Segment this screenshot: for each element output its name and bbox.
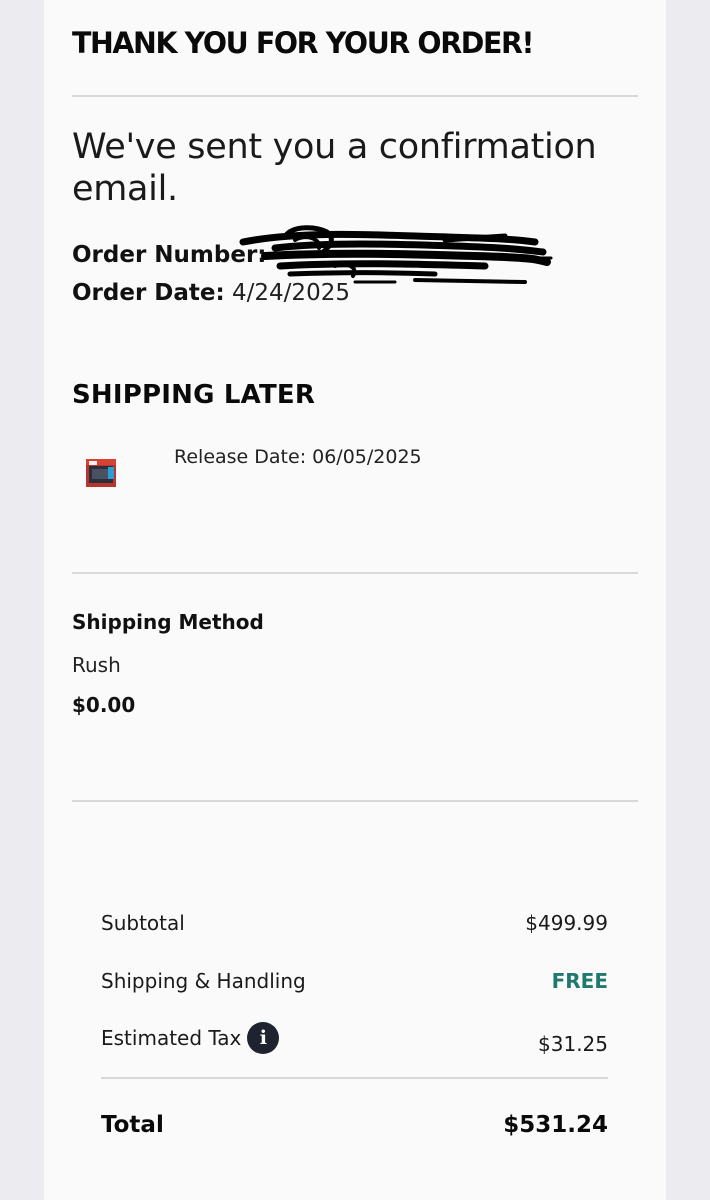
divider [72, 572, 638, 574]
order-date-label: Order Date: [72, 280, 225, 306]
order-date-line: Order Date: 4/24/2025 [72, 280, 350, 306]
info-icon[interactable]: i [247, 1022, 280, 1054]
estimated-tax-value: $31.25 [538, 1032, 608, 1056]
product-thumbnail-image[interactable] [84, 454, 120, 490]
divider [101, 1077, 608, 1079]
shipping-later-heading: SHIPPING LATER [72, 380, 316, 410]
subtotal-row: Subtotal $499.99 [101, 911, 608, 935]
subtotal-label: Subtotal [101, 911, 185, 935]
estimated-tax-label: Estimated Tax [101, 1026, 242, 1050]
shipping-handling-row: Shipping & Handling FREE [101, 969, 608, 993]
shipping-handling-label: Shipping & Handling [101, 969, 306, 993]
order-date-value: 4/24/2025 [232, 280, 350, 306]
divider [72, 95, 638, 97]
shipping-method-price: $0.00 [72, 693, 136, 717]
shipping-handling-value: FREE [551, 969, 608, 993]
total-label: Total [101, 1112, 164, 1138]
shipping-method-label: Shipping Method [72, 610, 264, 634]
page-title: THANK YOU FOR YOUR ORDER! [72, 26, 534, 60]
total-value: $531.24 [503, 1112, 608, 1138]
release-date: Release Date: 06/05/2025 [174, 446, 422, 468]
confirmation-message: We've sent you a confirmation email. [72, 127, 597, 209]
subtotal-value: $499.99 [525, 911, 608, 935]
total-row: Total $531.24 [101, 1112, 608, 1138]
order-confirmation-page: THANK YOU FOR YOUR ORDER! We've sent you… [0, 0, 710, 1200]
estimated-tax-row: Estimated Tax i $31.25 [101, 1020, 608, 1056]
shipping-method-name: Rush [72, 653, 121, 677]
divider [72, 800, 638, 802]
